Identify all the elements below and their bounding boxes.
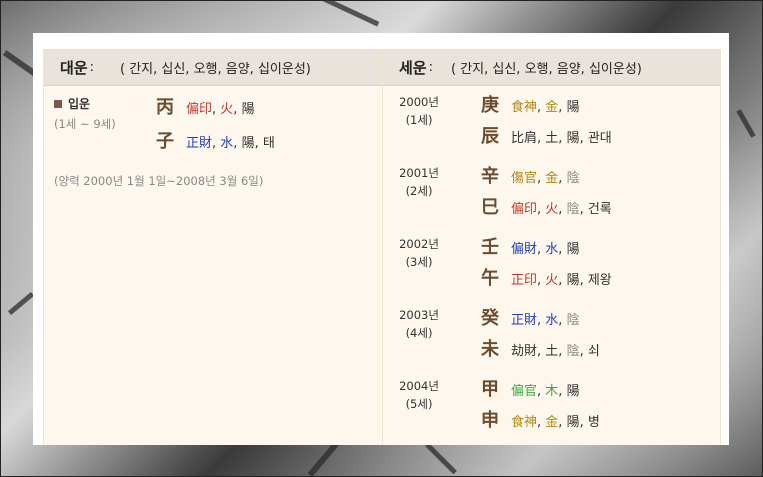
branch-unseong: 병 [587, 415, 600, 430]
daewoon-title: 대운 [60, 58, 88, 77]
stem-eumyang: 陽 [566, 384, 580, 399]
stem-eumyang: 陰 [566, 171, 580, 186]
year-stem-row: 壬 偏財, 水, 陽 [481, 233, 580, 259]
sewoon-title: 세운 [399, 58, 427, 77]
year-stem-row: 庚 食神, 金, 陽 [481, 91, 580, 117]
branch-eumyang: 陽 [566, 415, 580, 430]
header-colon: : [428, 59, 433, 75]
branch-eumyang: 陽 [566, 131, 580, 146]
branch-unseong: 쇠 [587, 344, 600, 359]
branch-eumyang: 陽 [241, 136, 255, 151]
branch-unseong: 제왕 [587, 273, 612, 288]
daewoon-header: 대운 : ( 간지, 십신, 오행, 음양, 십이운성) [44, 49, 382, 86]
stem-eumyang: 陽 [241, 102, 255, 117]
stem-eumyang: 陽 [566, 242, 580, 257]
daewoon-period: (양력 2000년 1월 1일~2008년 3월 6일) [54, 174, 264, 188]
branch-eumyang: 陰 [566, 344, 580, 359]
year-branch-row: 申 食神, 金, 陽, 병 [481, 406, 600, 432]
stem-ohaeng: 火 [220, 102, 234, 117]
stem-sipsin: 偏官 [511, 384, 538, 399]
branch-ohaeng: 金 [545, 415, 559, 430]
branch-eumyang: 陽 [566, 273, 580, 288]
stem-ohaeng: 金 [545, 171, 559, 186]
stem-ohaeng: 金 [545, 100, 559, 115]
sewoon-header: 세운 : ( 간지, 십신, 오행, 음양, 십이운성) [383, 49, 720, 86]
stem-ohaeng: 水 [545, 242, 559, 257]
stem-hanja: 庚 [481, 95, 499, 116]
stem-hanja: 辛 [481, 166, 499, 187]
branch-sipsin: 偏印 [511, 202, 538, 217]
ipun-block: 입운 (1세 ~ 9세) [54, 95, 116, 132]
stem-sipsin: 食神 [511, 100, 538, 115]
square-bullet-icon [54, 99, 62, 108]
stem-sipsin: 傷官 [511, 171, 538, 186]
year-label: 2001년 [399, 166, 439, 180]
branch-ohaeng: 土 [545, 131, 559, 146]
bg-stroke [736, 109, 756, 138]
year-branch-row: 午 正印, 火, 陽, 제왕 [481, 264, 612, 290]
branch-ohaeng: 火 [545, 202, 559, 217]
branch-sipsin: 食神 [511, 415, 538, 430]
branch-hanja: 申 [481, 410, 499, 431]
branch-eumyang: 陰 [566, 202, 580, 217]
stem-sipsin: 偏印 [186, 102, 213, 117]
sewoon-subtitle: ( 간지, 십신, 오행, 음양, 십이운성) [451, 61, 642, 77]
branch-hanja: 未 [481, 339, 499, 360]
bg-stroke [322, 0, 380, 27]
year-label: 2003년 [399, 308, 439, 322]
age-label: (4세) [405, 326, 433, 340]
branch-hanja: 午 [481, 268, 499, 289]
branch-sipsin: 正印 [511, 273, 538, 288]
saju-panel: 대운 : ( 간지, 십신, 오행, 음양, 십이운성) 입운 (1세 ~ 9세… [33, 33, 729, 445]
branch-unseong: 건록 [587, 202, 612, 217]
branch-hanja: 巳 [481, 197, 499, 218]
bg-stroke [7, 291, 35, 316]
year-label: 2002년 [399, 237, 439, 251]
branch-unseong: 관대 [587, 131, 612, 146]
ipun-label: 입운 [68, 97, 91, 111]
year-label: 2004년 [399, 379, 439, 393]
stem-hanja: 癸 [481, 308, 499, 329]
sewoon-column: 세운 : ( 간지, 십신, 오행, 음양, 십이운성) 2000년 (1세) … [382, 49, 721, 445]
stem-hanja: 甲 [481, 379, 499, 400]
daewoon-subtitle: ( 간지, 십신, 오행, 음양, 십이운성) [120, 61, 311, 77]
daewoon-column: 대운 : ( 간지, 십신, 오행, 음양, 십이운성) 입운 (1세 ~ 9세… [43, 49, 383, 445]
branch-hanja: 辰 [481, 126, 499, 147]
age-label: (1세) [405, 113, 433, 127]
age-label: (2세) [405, 184, 433, 198]
branch-sipsin: 比肩 [511, 131, 538, 146]
stem-sipsin: 正財 [511, 313, 538, 328]
branch-sipsin: 劫財 [511, 344, 538, 359]
stem-hanja: 丙 [156, 97, 174, 118]
branch-ohaeng: 水 [220, 136, 234, 151]
branch-sipsin: 正財 [186, 136, 213, 151]
bg-stroke [425, 442, 457, 475]
age-label: (5세) [405, 397, 433, 411]
year-stem-row: 辛 傷官, 金, 陰 [481, 162, 580, 188]
daewoon-branch-row: 子 正財, 水, 陽, 태 [156, 127, 275, 153]
year-stem-row: 甲 偏官, 木, 陽 [481, 375, 580, 401]
year-stem-row: 癸 正財, 水, 陰 [481, 304, 580, 330]
stem-ohaeng: 水 [545, 313, 559, 328]
stem-eumyang: 陽 [566, 100, 580, 115]
ipun-age: (1세 ~ 9세) [54, 117, 116, 131]
branch-hanja: 子 [156, 131, 174, 152]
branch-unseong: 태 [262, 136, 275, 151]
header-colon: : [89, 59, 94, 75]
year-branch-row: 巳 偏印, 火, 陰, 건록 [481, 193, 612, 219]
year-branch-row: 辰 比肩, 土, 陽, 관대 [481, 122, 612, 148]
branch-ohaeng: 火 [545, 273, 559, 288]
stem-eumyang: 陰 [566, 313, 580, 328]
stem-ohaeng: 木 [545, 384, 559, 399]
age-label: (3세) [405, 255, 433, 269]
branch-ohaeng: 土 [545, 344, 559, 359]
stem-hanja: 壬 [481, 237, 499, 258]
daewoon-stem-row: 丙 偏印, 火, 陽 [156, 93, 255, 119]
year-label: 2000년 [399, 95, 439, 109]
stem-sipsin: 偏財 [511, 242, 538, 257]
year-branch-row: 未 劫財, 土, 陰, 쇠 [481, 335, 600, 361]
